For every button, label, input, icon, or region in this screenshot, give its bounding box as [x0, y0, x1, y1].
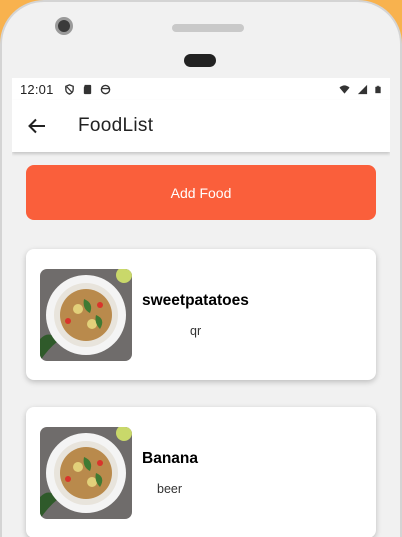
phone-frame: 12:01 FoodList Add Food sweetpatatoes qr… — [0, 0, 402, 537]
arrow-left-icon — [28, 118, 45, 134]
shield-icon — [64, 83, 74, 95]
wifi-icon — [339, 84, 350, 94]
food-description: beer — [157, 481, 183, 496]
food-name: sweetpatatoes — [142, 291, 249, 309]
signal-icon — [357, 84, 368, 94]
front-camera — [55, 17, 73, 35]
page-title: FoodList — [78, 115, 154, 136]
food-description: qr — [190, 323, 202, 338]
app-bar: FoodList — [12, 100, 390, 152]
status-time: 12:01 — [20, 81, 54, 97]
back-button[interactable] — [12, 100, 62, 152]
food-image — [40, 426, 132, 519]
battery-icon — [375, 85, 381, 93]
screen: 12:01 FoodList Add Food sweetpatatoes qr… — [12, 78, 390, 537]
food-card[interactable]: Banana beer — [26, 407, 376, 537]
earpiece-speaker — [172, 24, 244, 32]
status-bar: 12:01 — [12, 78, 390, 100]
status-right-icons — [338, 84, 382, 95]
food-info: Banana beer — [142, 450, 198, 496]
food-info: sweetpatatoes qr — [142, 292, 249, 338]
sd-card-icon — [83, 84, 91, 94]
food-card[interactable]: sweetpatatoes qr — [26, 249, 376, 380]
food-name: Banana — [142, 449, 198, 467]
add-food-button[interactable]: Add Food — [26, 165, 376, 220]
status-left-icons — [64, 83, 111, 95]
food-image — [40, 268, 132, 361]
proximity-sensor — [184, 54, 216, 67]
face-icon — [100, 84, 110, 94]
food-list-content: Add Food sweetpatatoes qr Banana beer — [12, 165, 390, 537]
